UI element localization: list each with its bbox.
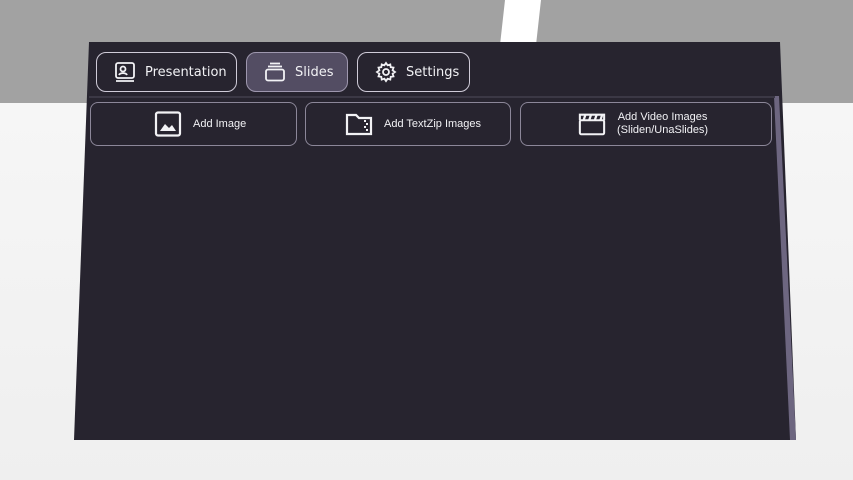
- image-icon: [154, 111, 182, 137]
- slides-stack-icon: [264, 61, 286, 83]
- add-image-label: Add Image: [193, 118, 247, 130]
- tab-slides-label: Slides: [295, 64, 334, 80]
- add-textzip-images-button[interactable]: Add TextZip Images: [305, 102, 511, 146]
- gear-icon: [375, 61, 397, 83]
- tab-settings[interactable]: Settings: [357, 52, 470, 92]
- tab-presentation[interactable]: Presentation: [96, 52, 237, 92]
- tab-slides[interactable]: Slides: [246, 52, 348, 92]
- add-video-label-line1: Add Video Images: [617, 111, 708, 123]
- add-textzip-label: Add TextZip Images: [384, 118, 482, 130]
- tab-bar-divider: [89, 96, 775, 98]
- tab-settings-label: Settings: [406, 64, 460, 80]
- add-video-images-button[interactable]: Add Video Images (Sliden/UnaSlides): [520, 102, 772, 146]
- add-video-label-line2: (Sliden/UnaSlides): [617, 124, 709, 136]
- clapperboard-icon: [578, 111, 606, 137]
- add-image-button[interactable]: Add Image: [90, 102, 297, 146]
- tab-presentation-label: Presentation: [145, 64, 227, 80]
- add-video-label: Add Video Images (Sliden/UnaSlides): [617, 111, 708, 137]
- presentation-icon: [114, 61, 136, 83]
- zip-folder-icon: [345, 111, 373, 137]
